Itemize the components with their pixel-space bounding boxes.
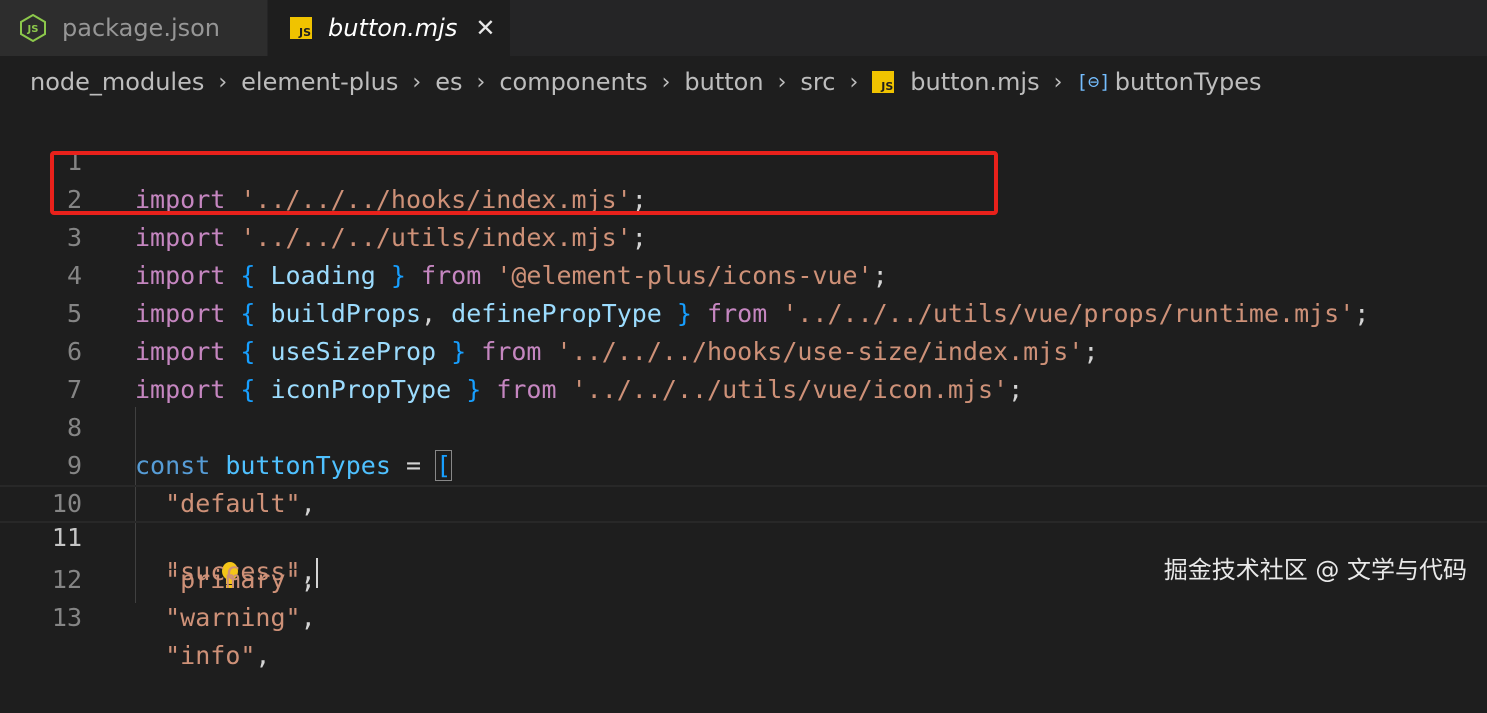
svg-text:JS: JS [27, 24, 39, 35]
code-line-current[interactable]: 11 "success", [0, 485, 1487, 588]
js-file-icon: JS [872, 71, 895, 93]
code-line[interactable]: 5 import { useSizeProp } from '../../../… [0, 257, 1487, 366]
breadcrumb-item[interactable]: element-plus [241, 68, 398, 96]
tab-label: button.mjs [328, 14, 458, 42]
chevron-right-icon: › [661, 69, 671, 95]
code-line[interactable]: 6 import { iconPropType } from '../../..… [0, 295, 1487, 404]
nodejs-icon: JS [20, 14, 46, 42]
breadcrumb-item[interactable]: components [499, 68, 647, 96]
chevron-right-icon: › [777, 69, 787, 95]
js-file-icon: JS [290, 17, 312, 39]
punctuation: , [300, 603, 316, 632]
tab-button-mjs[interactable]: JS button.mjs ✕ [268, 0, 510, 56]
chevron-right-icon: › [412, 69, 422, 95]
code-line[interactable]: 7 [0, 333, 1487, 404]
code-line[interactable]: 1 import '../../../hooks/index.mjs'; [0, 105, 1487, 214]
watermark: 掘金技术社区 @ 文学与代码 [1163, 556, 1467, 584]
tab-label: package.json [62, 14, 221, 42]
annotation-highlight-box [50, 151, 998, 215]
string-literal: "warning" [165, 603, 301, 632]
chevron-right-icon: › [476, 69, 486, 95]
tab-package-json[interactable]: JS package.json [0, 0, 268, 56]
chevron-right-icon: › [218, 69, 228, 95]
punctuation: , [255, 641, 271, 670]
tab-bar: JS package.json JS button.mjs ✕ [0, 0, 1487, 56]
breadcrumb: node_modules › element-plus › es › compo… [0, 56, 1487, 108]
breadcrumb-item[interactable]: src [800, 68, 835, 96]
breadcrumb-item[interactable]: buttonTypes [1115, 68, 1262, 96]
breadcrumb-item[interactable]: node_modules [30, 68, 204, 96]
close-icon[interactable]: ✕ [475, 14, 495, 42]
code-line[interactable]: 10 "primary", [0, 447, 1487, 594]
breadcrumb-item[interactable]: es [435, 68, 462, 96]
chevron-right-icon: › [1053, 69, 1063, 95]
line-number: 13 [51, 603, 82, 632]
string-literal: "info" [165, 641, 256, 670]
code-line[interactable]: 4 import { buildProps, definePropType } … [0, 219, 1487, 328]
chevron-right-icon: › [849, 69, 859, 95]
symbol-variable-icon: [⊖] [1076, 71, 1111, 93]
breadcrumb-item[interactable]: button [684, 68, 763, 96]
code-line[interactable]: 8 const buttonTypes = [ [0, 371, 1487, 481]
code-line[interactable]: 9 "default", [0, 409, 1487, 518]
breadcrumb-item[interactable]: button.mjs [910, 68, 1039, 96]
